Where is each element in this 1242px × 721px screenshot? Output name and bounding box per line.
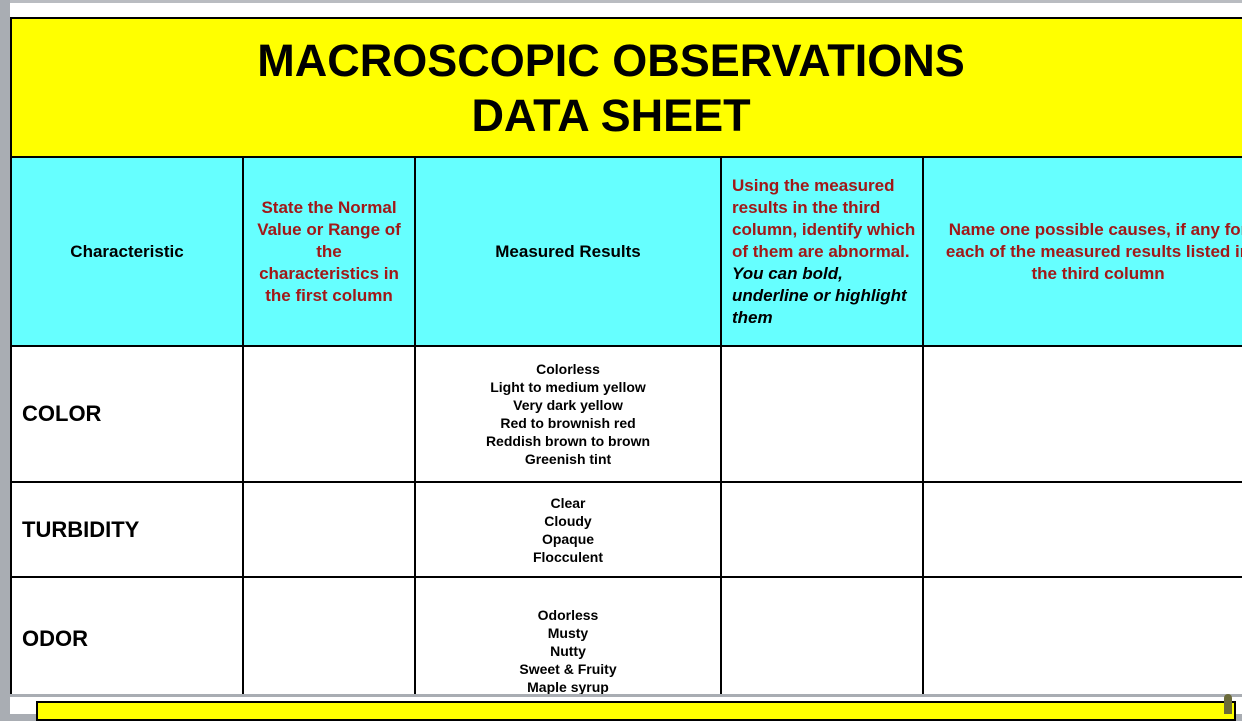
causes-cell[interactable]: [921, 345, 1242, 483]
characteristic-cell: TURBIDITY: [10, 481, 244, 578]
characteristic-cell: COLOR: [10, 345, 244, 483]
measured-results-cell: Clear Cloudy Opaque Flocculent: [414, 481, 722, 578]
title-banner: MACROSCOPIC OBSERVATIONS DATA SHEET: [10, 17, 1242, 158]
causes-cell[interactable]: [921, 481, 1242, 578]
characteristic-cell: ODOR: [10, 576, 244, 694]
abnormal-cell[interactable]: [720, 481, 924, 578]
header-measured-results: Measured Results: [414, 156, 722, 347]
next-document-page: [10, 697, 1242, 721]
causes-cell[interactable]: [921, 576, 1242, 694]
measured-result-item: Light to medium yellow: [490, 379, 646, 395]
normal-value-cell[interactable]: [242, 576, 416, 694]
measured-result-item: Maple syrup: [527, 679, 609, 694]
measured-result-item: Very dark yellow: [513, 397, 623, 413]
observations-table: MACROSCOPIC OBSERVATIONS DATA SHEET Char…: [10, 17, 1242, 694]
abnormal-cell[interactable]: [720, 345, 924, 483]
next-page-title-banner: [36, 701, 1236, 721]
document-page: MACROSCOPIC OBSERVATIONS DATA SHEET Char…: [10, 0, 1242, 694]
measured-result-item: Red to brownish red: [500, 415, 636, 431]
measured-result-item: Cloudy: [544, 512, 592, 529]
abnormal-cell[interactable]: [720, 576, 924, 694]
measured-result-item: Colorless: [536, 361, 600, 377]
measured-result-item: Greenish tint: [524, 451, 612, 467]
header-abnormal-instruction: You can bold, underline or highlight the…: [732, 263, 907, 327]
measured-result-item: Clear: [550, 494, 586, 511]
header-characteristic: Characteristic: [10, 156, 244, 347]
normal-value-cell[interactable]: [242, 345, 416, 483]
table-row-color: COLOR Colorless Light to medium yellow V…: [10, 345, 1242, 483]
measured-result-item: Odorless: [537, 607, 599, 623]
table-row-turbidity: TURBIDITY Clear Cloudy Opaque Flocculent: [10, 481, 1242, 578]
header-abnormal: Using the measured results in the third …: [720, 156, 924, 347]
measured-results-cell: Odorless Musty Nutty Sweet & Fruity Mapl…: [414, 576, 722, 694]
document-title-line2: DATA SHEET: [471, 89, 751, 141]
table-row-odor: ODOR Odorless Musty Nutty Sweet & Fruity…: [10, 576, 1242, 694]
measured-result-item: Flocculent: [532, 548, 603, 565]
measured-result-item: Opaque: [541, 530, 595, 547]
header-abnormal-text: Using the measured results in the third …: [732, 175, 916, 261]
scrollbar-thumb[interactable]: [1224, 694, 1232, 714]
header-causes: Name one possible causes, if any for eac…: [921, 156, 1242, 347]
header-normal-value: State the Normal Value or Range of the c…: [242, 156, 416, 347]
measured-results-cell: Colorless Light to medium yellow Very da…: [414, 345, 722, 483]
measured-result-item: Sweet & Fruity: [519, 661, 617, 677]
measured-result-item: Nutty: [550, 643, 586, 659]
document-title-line1: MACROSCOPIC OBSERVATIONS: [257, 34, 965, 86]
normal-value-cell[interactable]: [242, 481, 416, 578]
measured-result-item: Reddish brown to brown: [485, 433, 651, 449]
measured-result-item: Musty: [547, 625, 589, 641]
